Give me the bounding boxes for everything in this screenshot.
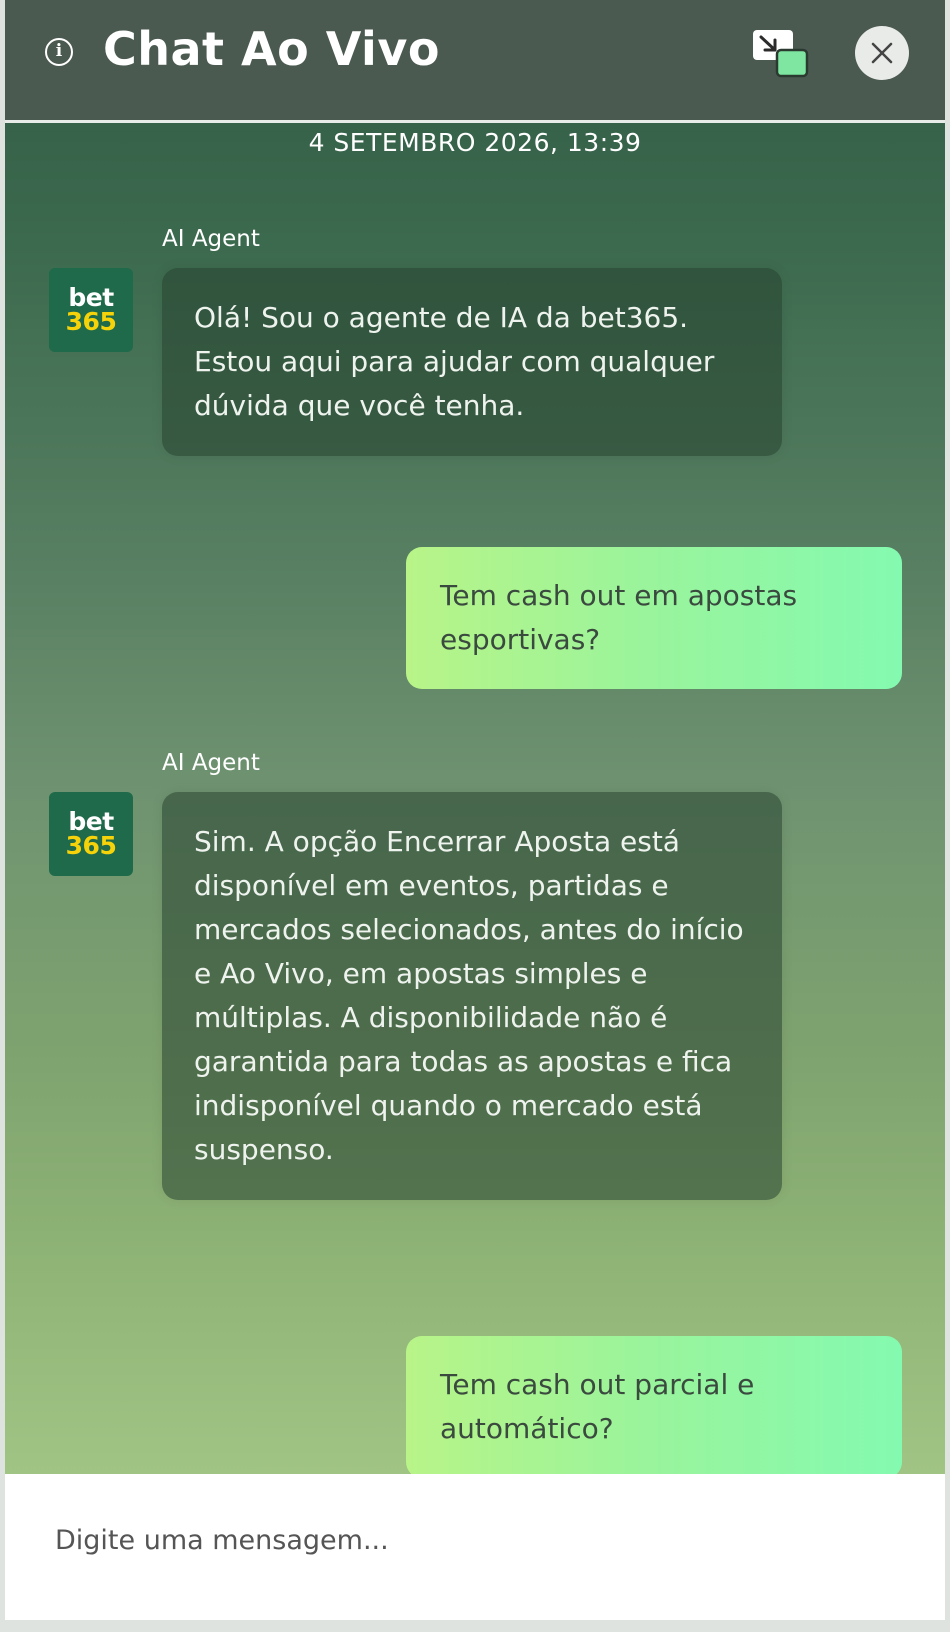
sender-label: AI Agent (162, 226, 260, 252)
agent-message-bubble: Sim. A opção Encerrar Aposta está dispon… (162, 792, 782, 1200)
info-icon[interactable]: i (45, 38, 73, 66)
message-composer (5, 1474, 945, 1620)
close-button[interactable] (855, 26, 909, 80)
avatar-logo-line2: 365 (65, 831, 117, 860)
chat-header: i Chat Ao Vivo (5, 0, 945, 123)
agent-avatar: bet 365 (49, 268, 133, 352)
chat-timestamp: 4 SETEMBRO 2026, 13:39 (308, 128, 642, 157)
avatar-logo-line2: 365 (65, 307, 117, 336)
user-message-bubble: Tem cash out parcial e automático? (406, 1336, 902, 1478)
close-icon (871, 42, 893, 64)
chat-panel: i Chat Ao Vivo 4 SETEMBRO 2026, 13:39 AI… (5, 0, 945, 1620)
agent-message-bubble: Olá! Sou o agente de IA da bet365. Estou… (162, 268, 782, 456)
user-message-bubble: Tem cash out em apostas esportivas? (406, 547, 902, 689)
agent-avatar: bet 365 (49, 792, 133, 876)
popout-window-icon[interactable] (753, 28, 811, 80)
app-frame: i Chat Ao Vivo 4 SETEMBRO 2026, 13:39 AI… (0, 0, 950, 1632)
message-input[interactable] (53, 1514, 897, 1566)
page-title: Chat Ao Vivo (103, 22, 440, 76)
sender-label: AI Agent (162, 750, 260, 776)
